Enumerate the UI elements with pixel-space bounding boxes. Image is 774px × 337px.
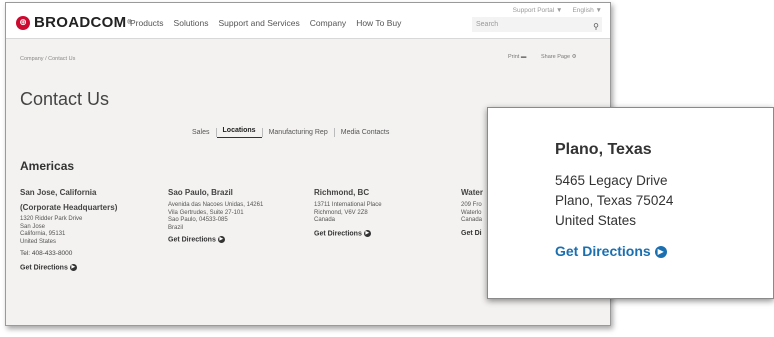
address-line: California, 95131 xyxy=(20,231,66,237)
zoom-address-line: Plano, Texas 75024 xyxy=(555,193,674,208)
share-icon: ⚙ xyxy=(571,54,577,60)
location-sao-paulo: Sao Paulo, Brazil Avenida das Nacoes Uni… xyxy=(168,187,308,243)
nav-solutions[interactable]: Solutions xyxy=(174,18,209,28)
printer-icon: ▬ xyxy=(520,54,527,60)
language-selector[interactable]: English ▼ xyxy=(572,7,602,14)
zoom-directions-label: Get Directions xyxy=(555,243,651,259)
contact-tabs: Sales Locations Manufacturing Rep Media … xyxy=(186,127,395,138)
broadcom-logo[interactable]: ⊕ BROADCOM ® xyxy=(16,14,132,31)
address-line: Richmond, V6V 2Z8 xyxy=(314,209,368,216)
support-portal-link[interactable]: Support Portal ▼ xyxy=(513,7,563,14)
directions-label: Get Directions xyxy=(20,264,68,272)
search-icon[interactable]: ⚲ xyxy=(593,19,599,34)
tab-media-contacts[interactable]: Media Contacts xyxy=(335,129,396,136)
print-button[interactable]: Print ▬ xyxy=(508,54,526,60)
tab-locations[interactable]: Locations xyxy=(216,127,262,138)
zoomed-location-card: Plano, Texas 5465 Legacy Drive Plano, Te… xyxy=(487,107,774,299)
address-line: San Jose xyxy=(20,223,46,230)
directions-label: Get Directions xyxy=(314,229,362,237)
nav-products[interactable]: Products xyxy=(130,18,164,28)
location-san-jose: San Jose, California (Corporate Headquar… xyxy=(20,187,160,271)
arrow-circle-icon: ▶ xyxy=(654,246,667,259)
address-line: United States xyxy=(20,238,57,245)
tab-manufacturing-rep[interactable]: Manufacturing Rep xyxy=(263,129,334,136)
search-placeholder: Search xyxy=(476,21,499,28)
share-label: Share Page xyxy=(541,54,571,60)
region-heading: Americas xyxy=(20,159,75,173)
tab-sales[interactable]: Sales xyxy=(186,129,216,136)
telephone[interactable]: Tel: 408-433-8000 xyxy=(20,250,160,257)
location-city: Richmond, BC xyxy=(314,188,370,197)
get-directions-link[interactable]: Get Directions ▶ xyxy=(20,264,160,271)
breadcrumb[interactable]: Company / Contact Us xyxy=(20,56,75,62)
logo-text: BROADCOM xyxy=(34,14,127,31)
location-city: San Jose, California xyxy=(20,188,97,197)
site-header: ⊕ BROADCOM ® Products Solutions Support … xyxy=(6,3,610,39)
directions-label: Get Directions xyxy=(168,236,216,244)
zoom-address-line: 5465 Legacy Drive xyxy=(555,173,668,188)
arrow-circle-icon: ▶ xyxy=(217,236,225,243)
get-directions-link[interactable]: Get Directions ▶ xyxy=(314,229,454,237)
main-nav: Products Solutions Support and Services … xyxy=(130,18,401,28)
search-input[interactable]: Search ⚲ xyxy=(472,17,602,32)
nav-support[interactable]: Support and Services xyxy=(219,18,300,28)
print-label: Print xyxy=(508,54,520,60)
nav-company[interactable]: Company xyxy=(310,18,346,28)
zoom-city: Plano, Texas xyxy=(555,141,652,158)
utility-links: Support Portal ▼ English ▼ xyxy=(513,7,602,14)
address-line: Brazil xyxy=(168,224,184,231)
nav-how-to-buy[interactable]: How To Buy xyxy=(356,18,401,28)
location-city: Sao Paulo, Brazil xyxy=(168,188,233,197)
address-line: Vila Gertrudes, Suite 27-101 xyxy=(168,209,244,216)
address-line: Sao Paulo, 04533-085 xyxy=(168,217,228,223)
address-line: Avenida das Nacoes Unidas, 14261 xyxy=(168,202,264,208)
zoom-get-directions-link[interactable]: Get Directions ▶ xyxy=(555,243,667,259)
broadcom-logo-icon: ⊕ xyxy=(16,15,30,30)
address-line: Canada xyxy=(314,217,336,223)
zoom-address-line: United States xyxy=(555,213,637,228)
share-button[interactable]: Share Page ⚙ xyxy=(541,54,577,60)
location-subtitle: (Corporate Headquarters) xyxy=(20,203,118,212)
location-richmond: Richmond, BC 13711 International Place R… xyxy=(314,187,454,237)
arrow-circle-icon: ▶ xyxy=(69,264,77,271)
address-line: 1320 Ridder Park Drive xyxy=(20,216,83,222)
page-title: Contact Us xyxy=(20,89,110,110)
get-directions-link[interactable]: Get Directions ▶ xyxy=(168,236,308,243)
address-line: 13711 International Place xyxy=(314,202,382,208)
arrow-circle-icon: ▶ xyxy=(363,229,371,237)
